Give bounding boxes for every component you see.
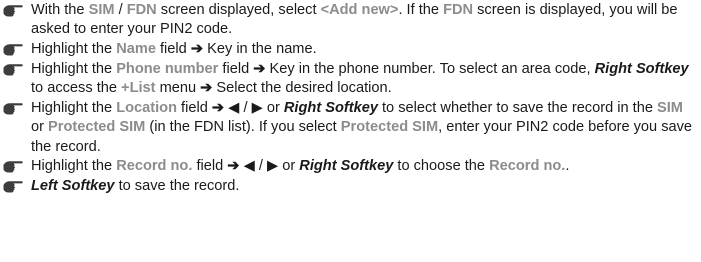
arrow-glyph: ➔ (211, 100, 225, 116)
ui-term: SIM (88, 2, 115, 18)
item-text: With the SIM / FDN screen displayed, sel… (31, 1, 699, 40)
list-item: Highlight the Location field ➔ ◀ / ▶ or … (0, 99, 699, 157)
text-run: field (155, 41, 191, 57)
text-run: or (31, 119, 49, 136)
text-run: Key in the name. (203, 41, 317, 57)
ui-term: +List (121, 80, 156, 97)
ui-term: Phone number (116, 61, 219, 77)
pointing-hand-icon (3, 181, 23, 193)
arrow-glyph: ➔ (227, 158, 240, 174)
pointing-hand-icon (3, 44, 23, 56)
ui-term: Protected SIM (340, 119, 439, 136)
text-run: With the (31, 2, 89, 18)
text-run: . If the (398, 2, 444, 18)
softkey-name: Right Softkey (283, 100, 378, 116)
pointing-hand-icon (3, 5, 23, 17)
pointing-hand-icon (3, 161, 23, 173)
text-run: Key in the phone number. To select an ar… (265, 61, 595, 77)
list-item: Highlight the Phone number field ➔ Key i… (0, 60, 699, 99)
text-run: Highlight the (31, 100, 117, 116)
item-text: Highlight the Phone number field ➔ Key i… (31, 60, 699, 99)
pointing-hand-icon (3, 103, 23, 115)
list-item: With the SIM / FDN screen displayed, sel… (0, 1, 699, 40)
arrow-glyph: ➔ (190, 41, 204, 57)
item-text: Left Softkey to save the record. (31, 177, 699, 196)
list-item: Highlight the Name field ➔ Key in the na… (0, 40, 699, 59)
softkey-name: Right Softkey (594, 61, 689, 77)
text-run: (in the FDN list). If you select (145, 119, 341, 136)
instruction-list: With the SIM / FDN screen displayed, sel… (0, 0, 701, 262)
ui-term: FDN (443, 2, 474, 18)
list-item: Highlight the Record no. field ➔ ◀ / ▶ o… (0, 157, 699, 176)
ui-term: Protected SIM (48, 119, 146, 136)
text-run: . (565, 158, 570, 174)
arrow-glyph: ➔ (253, 61, 266, 77)
ui-term: <Add new> (320, 2, 399, 18)
list-item: Left Softkey to save the record. (0, 177, 699, 196)
text-run: field (192, 158, 228, 174)
text-run: field (177, 100, 212, 116)
pointing-hand-icon (3, 64, 23, 76)
ui-term: Location (116, 100, 177, 116)
text-run: Highlight the (31, 41, 117, 57)
ui-term: SIM (657, 100, 683, 116)
text-run: / (114, 2, 127, 18)
ui-term: Record no. (489, 158, 566, 174)
arrow-glyph: ➔ (200, 80, 213, 97)
text-run: ◀ / ▶ or (239, 158, 300, 174)
text-run: to choose the (393, 158, 490, 174)
text-run: screen displayed, select (156, 2, 321, 18)
text-run: Select the desired location. (212, 80, 392, 97)
ui-term: Record no. (116, 158, 193, 174)
text-run: menu (155, 80, 201, 97)
text-run: ◀ / ▶ or (224, 100, 284, 116)
text-run: to save the record. (114, 178, 240, 194)
text-run: field (218, 61, 254, 77)
softkey-name: Left Softkey (31, 178, 115, 194)
ui-term: Name (116, 41, 156, 57)
item-text: Highlight the Record no. field ➔ ◀ / ▶ o… (31, 157, 699, 176)
item-text: Highlight the Name field ➔ Key in the na… (31, 40, 699, 59)
item-text: Highlight the Location field ➔ ◀ / ▶ or … (31, 99, 699, 157)
text-run: Highlight the (31, 158, 117, 174)
text-run: Highlight the (31, 61, 117, 77)
softkey-name: Right Softkey (299, 158, 394, 174)
text-run: to access the (31, 80, 122, 97)
ui-term: FDN (126, 2, 157, 18)
text-run: to select whether to save the record in … (377, 100, 658, 116)
